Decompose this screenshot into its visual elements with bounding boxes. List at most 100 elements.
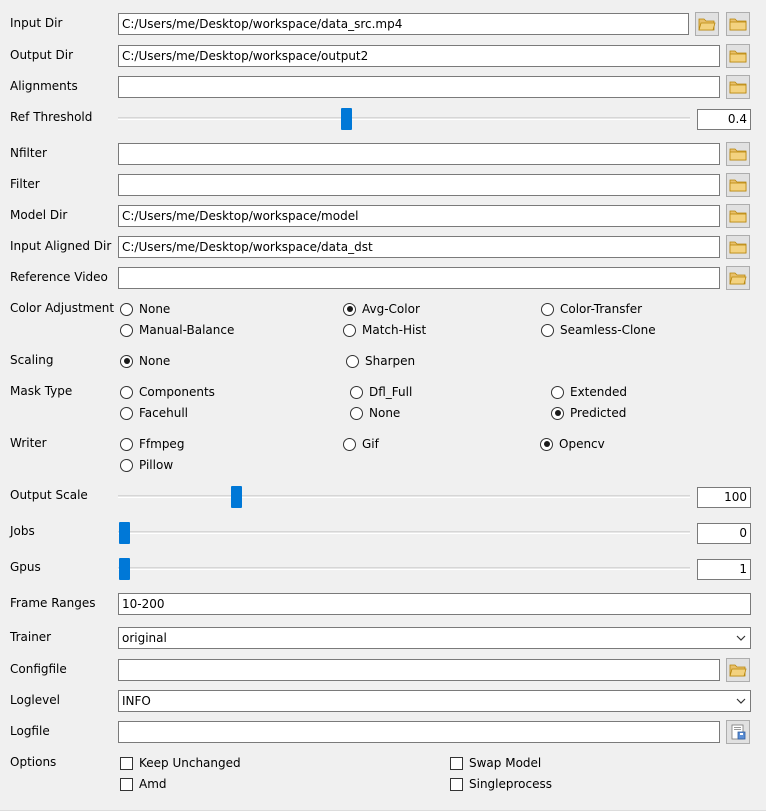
folder-icon <box>729 209 747 223</box>
radio-label: Extended <box>570 385 627 399</box>
output-scale-value[interactable]: 100 <box>697 487 751 508</box>
chevron-down-icon <box>736 691 746 717</box>
ref-threshold-value[interactable]: 0.4 <box>697 109 751 130</box>
mask-type-option[interactable]: Dfl_Full <box>350 385 412 399</box>
filter-field[interactable] <box>118 174 720 196</box>
color-adjustment-option[interactable]: Match-Hist <box>343 323 426 337</box>
checkbox-box <box>120 777 133 791</box>
radio-label: Manual-Balance <box>139 323 235 337</box>
model-dir-field[interactable]: C:/Users/me/Desktop/workspace/model <box>118 205 720 227</box>
radio-label: Gif <box>362 437 379 451</box>
color-adjustment-option[interactable]: Seamless-Clone <box>541 323 656 337</box>
folder-icon <box>729 80 747 94</box>
jobs-value[interactable]: 0 <box>697 523 751 544</box>
input-dir-label: Input Dir <box>10 16 63 30</box>
jobs-slider-thumb[interactable] <box>119 522 130 544</box>
radio-circle <box>120 437 133 451</box>
radio-circle <box>120 458 133 472</box>
input-dir-browse-button[interactable] <box>726 12 750 36</box>
radio-circle <box>350 385 363 399</box>
input-aligned-dir-field[interactable]: C:/Users/me/Desktop/workspace/data_dst <box>118 236 720 258</box>
trainer-select[interactable]: original <box>118 627 751 649</box>
ref-threshold-slider-track[interactable] <box>118 117 690 120</box>
gpus-value[interactable]: 1 <box>697 559 751 580</box>
jobs-label: Jobs <box>10 524 35 538</box>
model-dir-browse-button[interactable] <box>726 204 750 228</box>
gpus-label: Gpus <box>10 560 41 574</box>
frame-ranges-label: Frame Ranges <box>10 596 96 610</box>
radio-label: Predicted <box>570 406 627 420</box>
color-adjustment-option[interactable]: Color-Transfer <box>541 302 642 316</box>
radio-circle <box>350 406 363 420</box>
nfilter-field[interactable] <box>118 143 720 165</box>
nfilter-label: Nfilter <box>10 146 47 160</box>
radio-circle <box>120 385 133 399</box>
logfile-label: Logfile <box>10 724 50 738</box>
options-label: Options <box>10 755 57 769</box>
radio-circle <box>541 302 554 316</box>
radio-label: Pillow <box>139 458 174 472</box>
nfilter-browse-button[interactable] <box>726 142 750 166</box>
chevron-down-icon <box>736 628 746 654</box>
scaling-option[interactable]: None <box>120 354 170 368</box>
scaling-option[interactable]: Sharpen <box>346 354 415 368</box>
mask-type-label: Mask Type <box>10 384 73 398</box>
writer-option[interactable]: Opencv <box>540 437 605 451</box>
radio-circle <box>120 406 133 420</box>
writer-option[interactable]: Gif <box>343 437 379 451</box>
checkbox-box <box>120 756 133 770</box>
color-adjustment-option[interactable]: None <box>120 302 170 316</box>
radio-label: None <box>139 354 171 368</box>
gpus-slider-track[interactable] <box>118 567 690 570</box>
radio-circle <box>343 302 356 316</box>
reference-video-field[interactable] <box>118 267 720 289</box>
output-dir-browse-button[interactable] <box>726 44 750 68</box>
mask-type-option[interactable]: None <box>350 406 400 420</box>
output-dir-field[interactable]: C:/Users/me/Desktop/workspace/output2 <box>118 45 720 67</box>
reference-video-browse-button[interactable] <box>726 266 750 290</box>
alignments-browse-button[interactable] <box>726 75 750 99</box>
output-dir-label: Output Dir <box>10 48 74 62</box>
input-dir-open-file-button[interactable] <box>695 12 719 36</box>
writer-option[interactable]: Pillow <box>120 458 173 472</box>
gpus-slider-thumb[interactable] <box>119 558 130 580</box>
option-keep-unchanged-checkbox[interactable]: Keep Unchanged <box>120 756 241 770</box>
mask-type-option[interactable]: Extended <box>551 385 627 399</box>
radio-circle <box>120 302 133 316</box>
folder-icon <box>729 49 747 63</box>
option-swap-model-checkbox[interactable]: Swap Model <box>450 756 541 770</box>
color-adjustment-option[interactable]: Avg-Color <box>343 302 420 316</box>
radio-label: Match-Hist <box>362 323 427 337</box>
folder-icon <box>729 240 747 254</box>
output-scale-slider-track[interactable] <box>118 495 690 498</box>
writer-option[interactable]: Ffmpeg <box>120 437 184 451</box>
color-adjustment-option[interactable]: Manual-Balance <box>120 323 234 337</box>
configfile-field[interactable] <box>118 659 720 681</box>
ref-threshold-slider-thumb[interactable] <box>341 108 352 130</box>
alignments-field[interactable] <box>118 76 720 98</box>
input-dir-field[interactable]: C:/Users/me/Desktop/workspace/data_src.m… <box>118 13 689 35</box>
configfile-browse-button[interactable] <box>726 658 750 682</box>
mask-type-option[interactable]: Predicted <box>551 406 626 420</box>
input-aligned-dir-label: Input Aligned Dir <box>10 239 112 253</box>
reference-video-label: Reference Video <box>10 270 108 284</box>
output-scale-slider-thumb[interactable] <box>231 486 242 508</box>
jobs-slider-track[interactable] <box>118 531 690 534</box>
option-amd-checkbox[interactable]: Amd <box>120 777 167 791</box>
filter-browse-button[interactable] <box>726 173 750 197</box>
folder-icon <box>729 178 747 192</box>
radio-circle <box>551 385 564 399</box>
mask-type-option[interactable]: Facehull <box>120 406 188 420</box>
loglevel-label: Loglevel <box>10 693 60 707</box>
option-singleprocess-checkbox[interactable]: Singleprocess <box>450 777 552 791</box>
frame-ranges-field[interactable]: 10-200 <box>118 593 751 615</box>
logfile-save-button[interactable] <box>726 720 750 744</box>
radio-circle <box>120 354 133 368</box>
radio-circle <box>343 323 356 337</box>
color-adjustment-label: Color Adjustment <box>10 301 115 315</box>
input-aligned-dir-browse-button[interactable] <box>726 235 750 259</box>
logfile-field[interactable] <box>118 721 720 743</box>
mask-type-option[interactable]: Components <box>120 385 215 399</box>
loglevel-select[interactable]: INFO <box>118 690 751 712</box>
radio-label: Opencv <box>559 437 605 451</box>
